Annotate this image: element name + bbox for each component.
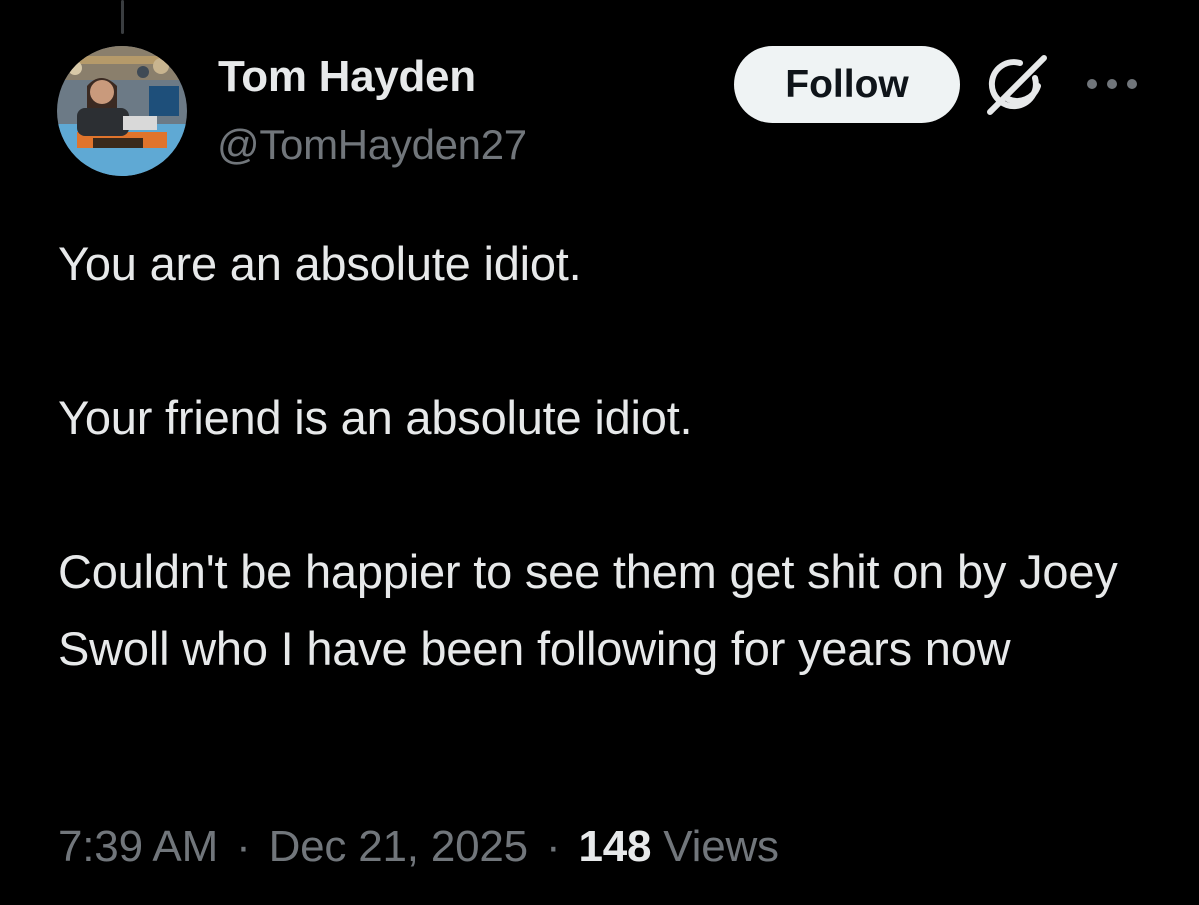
- author-handle[interactable]: @TomHayden27: [217, 121, 527, 169]
- meta-separator: ·: [545, 822, 561, 871]
- tweet-time[interactable]: 7:39 AM: [58, 822, 218, 871]
- more-options-icon[interactable]: [1083, 66, 1141, 102]
- tweet-paragraph: You are an absolute idiot.: [58, 237, 582, 290]
- thread-connector-line: [121, 0, 124, 34]
- meta-separator: ·: [236, 822, 251, 871]
- tweet-text: You are an absolute idiot. Your friend i…: [58, 225, 1168, 687]
- grok-icon[interactable]: [982, 50, 1052, 120]
- views-label: Views: [663, 822, 779, 871]
- tweet-paragraph: Couldn't be happier to see them get shit…: [58, 545, 1118, 675]
- avatar-photo: [57, 46, 187, 176]
- avatar[interactable]: [57, 46, 187, 176]
- author-display-name[interactable]: Tom Hayden: [218, 52, 476, 102]
- tweet-paragraph: Your friend is an absolute idiot.: [58, 391, 693, 444]
- views-count: 148: [578, 822, 652, 871]
- tweet-date[interactable]: Dec 21, 2025: [269, 822, 529, 871]
- tweet-metadata: 7:39 AM · Dec 21, 2025 · 148 Views: [58, 822, 779, 872]
- follow-button[interactable]: Follow: [734, 46, 960, 123]
